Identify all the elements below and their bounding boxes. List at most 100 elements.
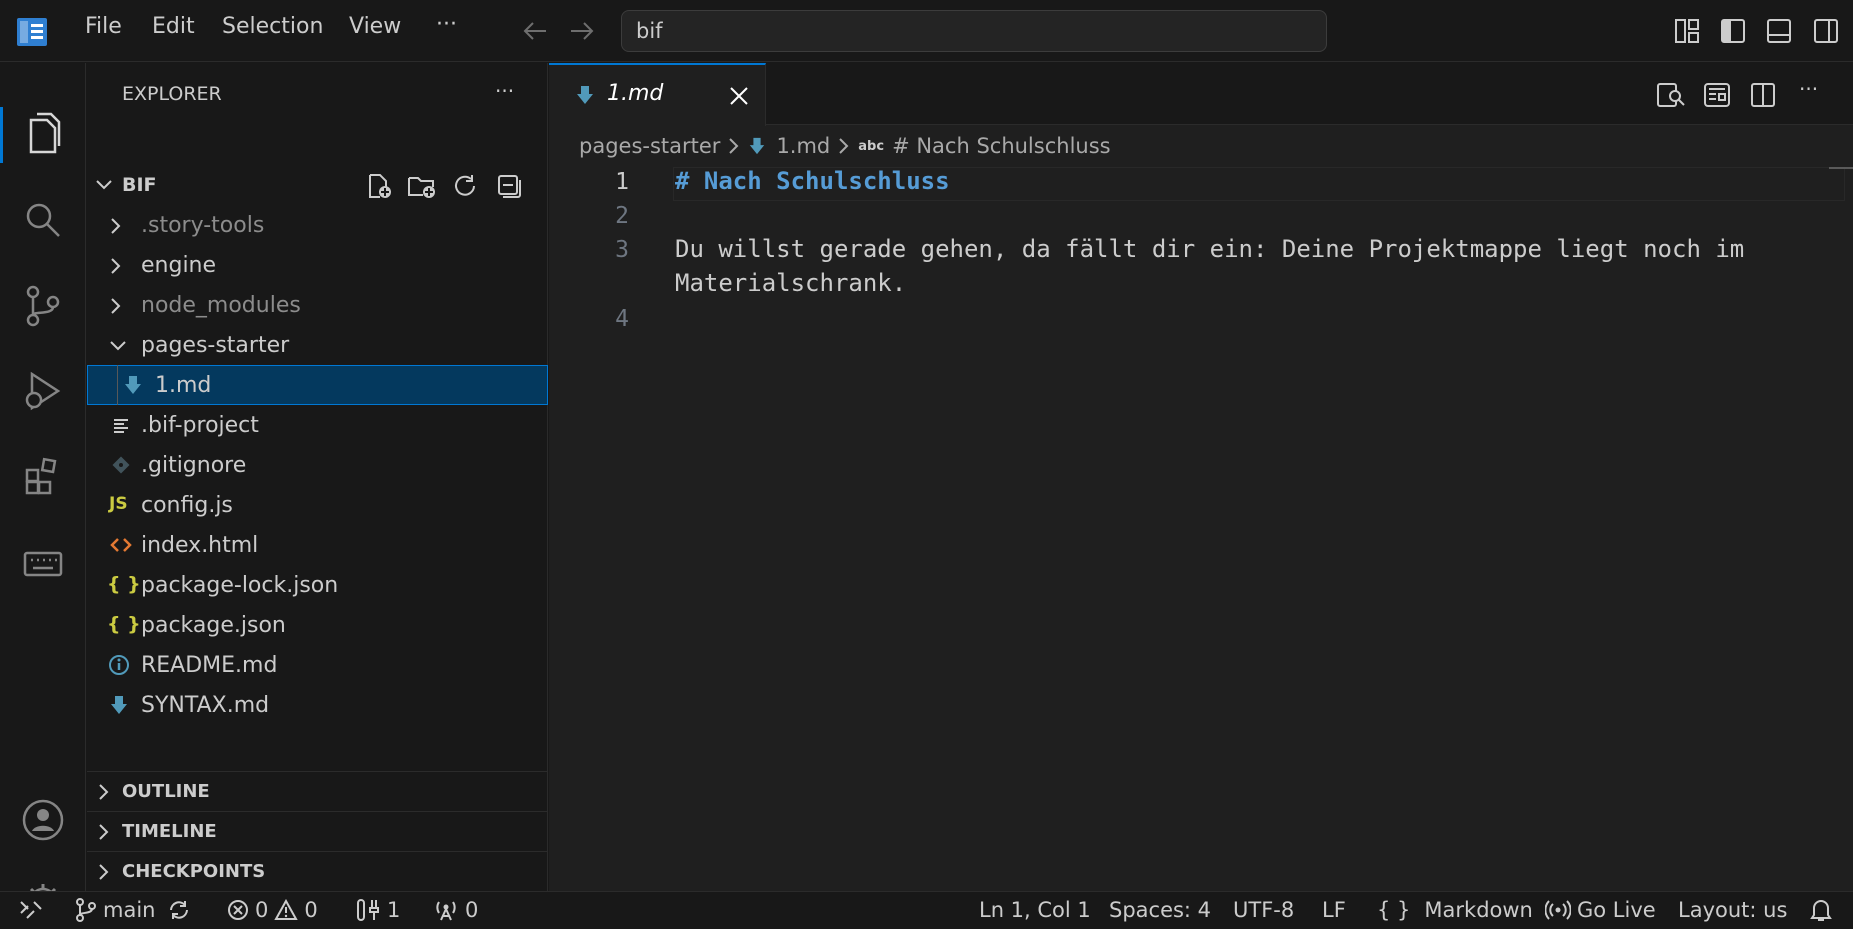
customize-layout-icon[interactable] bbox=[1674, 18, 1700, 44]
breadcrumb-folder[interactable]: pages-starter bbox=[579, 134, 720, 158]
tree-item-label: engine bbox=[141, 252, 217, 278]
checkpoints-section-label: CHECKPOINTS bbox=[122, 861, 266, 882]
app-logo-icon[interactable] bbox=[17, 18, 47, 46]
menu-edit[interactable]: Edit bbox=[152, 14, 195, 39]
new-file-icon[interactable] bbox=[366, 173, 392, 199]
tree-item-package-lock-json[interactable]: { } package-lock.json bbox=[87, 565, 548, 605]
markdown-file-icon bbox=[575, 84, 595, 106]
tree-item-label: .gitignore bbox=[141, 452, 247, 478]
workspace-root-label: BIF bbox=[122, 174, 157, 196]
menu-file[interactable]: File bbox=[85, 14, 122, 39]
language-mode[interactable]: { } Markdown bbox=[1377, 898, 1533, 922]
tree-item-syntax-md[interactable]: SYNTAX.md bbox=[87, 685, 548, 725]
chevron-down-icon bbox=[95, 177, 113, 193]
forward-arrow-icon[interactable] bbox=[569, 19, 595, 43]
source-control-icon[interactable] bbox=[0, 271, 86, 341]
problems-indicator[interactable]: 0 0 bbox=[227, 898, 318, 922]
tree-item-bif-project[interactable]: .bif-project bbox=[87, 405, 548, 445]
code-line-heading[interactable]: # Nach Schulschluss bbox=[675, 167, 950, 195]
tree-item-engine[interactable]: engine bbox=[87, 245, 548, 285]
chevron-right-icon bbox=[97, 823, 111, 841]
explorer-icon[interactable] bbox=[0, 99, 86, 169]
menu-more[interactable]: ··· bbox=[436, 12, 457, 37]
command-center-search[interactable]: bif bbox=[621, 10, 1327, 52]
open-preview-icon[interactable] bbox=[1656, 82, 1686, 108]
explorer-title: EXPLORER bbox=[122, 83, 222, 105]
keyboard-layout[interactable]: Layout: us bbox=[1678, 898, 1787, 922]
tree-item-package-json[interactable]: { } package.json bbox=[87, 605, 548, 645]
code-line-text[interactable]: Du willst gerade gehen, da fällt dir ein… bbox=[675, 235, 1744, 263]
indentation[interactable]: Spaces: 4 bbox=[1109, 898, 1211, 922]
toggle-secondary-sidebar-icon[interactable] bbox=[1813, 18, 1839, 44]
braces-icon: { } bbox=[1377, 898, 1411, 922]
minimap-slider[interactable] bbox=[1829, 167, 1853, 169]
tree-item-label: index.html bbox=[141, 532, 259, 558]
chevron-right-icon bbox=[97, 863, 111, 881]
toggle-primary-sidebar-icon[interactable] bbox=[1720, 18, 1746, 44]
end-of-line[interactable]: LF bbox=[1322, 898, 1346, 922]
cursor-position[interactable]: Ln 1, Col 1 bbox=[979, 898, 1091, 922]
workspace-root-header[interactable]: BIF bbox=[87, 165, 548, 205]
branch-indicator[interactable]: main bbox=[75, 898, 191, 922]
breadcrumb-file[interactable]: 1.md bbox=[776, 134, 830, 158]
tree-item-node-modules[interactable]: node_modules bbox=[87, 285, 548, 325]
close-icon[interactable] bbox=[729, 86, 749, 106]
warning-icon bbox=[274, 899, 299, 921]
chevron-right-icon bbox=[109, 217, 123, 235]
editor-area: 1.md ··· pages-starter 1.md abc # Nach S… bbox=[549, 63, 1853, 891]
sync-icon[interactable] bbox=[167, 898, 191, 922]
encoding[interactable]: UTF-8 bbox=[1233, 898, 1294, 922]
js-file-icon: JS bbox=[109, 494, 128, 514]
menu-view[interactable]: View bbox=[349, 14, 401, 39]
tree-item-1-md[interactable]: 1.md bbox=[87, 365, 548, 405]
explorer-more-button[interactable]: ··· bbox=[495, 79, 514, 103]
language-label: Markdown bbox=[1424, 898, 1533, 922]
menu-selection[interactable]: Selection bbox=[222, 14, 323, 39]
line-number: 2 bbox=[615, 203, 629, 229]
collapse-all-icon[interactable] bbox=[496, 173, 522, 199]
outline-section-header[interactable]: OUTLINE bbox=[87, 771, 548, 811]
checkpoints-section-header[interactable]: CHECKPOINTS bbox=[87, 851, 548, 891]
tab-1-md[interactable]: 1.md bbox=[549, 63, 766, 126]
bell-icon[interactable] bbox=[1809, 897, 1833, 923]
broadcast-icon bbox=[433, 898, 459, 922]
go-live-button[interactable]: Go Live bbox=[1545, 898, 1656, 922]
extensions-icon[interactable] bbox=[0, 441, 86, 511]
account-icon[interactable] bbox=[0, 785, 86, 855]
tree-item-label: node_modules bbox=[141, 292, 301, 318]
breadcrumb-symbol[interactable]: # Nach Schulschluss bbox=[892, 134, 1111, 158]
explorer-sidebar: EXPLORER ··· BIF .story-tools engine nod… bbox=[87, 63, 548, 891]
toggle-panel-icon[interactable] bbox=[1766, 18, 1792, 44]
activity-bar bbox=[0, 63, 86, 918]
back-arrow-icon[interactable] bbox=[522, 19, 548, 43]
tab-label: 1.md bbox=[607, 81, 664, 106]
json-file-icon: { } bbox=[107, 613, 141, 635]
go-live-label: Go Live bbox=[1577, 898, 1656, 922]
warning-count: 0 bbox=[304, 898, 318, 922]
tab-bar: 1.md ··· bbox=[549, 63, 1853, 126]
code-line-text-wrapped[interactable]: Materialschrank. bbox=[675, 269, 906, 297]
split-editor-icon[interactable] bbox=[1750, 82, 1776, 108]
tree-item-story-tools[interactable]: .story-tools bbox=[87, 205, 548, 245]
preview-side-icon[interactable] bbox=[1703, 82, 1731, 108]
new-folder-icon[interactable] bbox=[407, 173, 437, 199]
run-debug-icon[interactable] bbox=[0, 356, 86, 426]
editor-more-actions[interactable]: ··· bbox=[1799, 77, 1818, 101]
line-number: 1 bbox=[615, 169, 629, 195]
tree-item-pages-starter[interactable]: pages-starter bbox=[87, 325, 548, 365]
tree-item-index-html[interactable]: index.html bbox=[87, 525, 548, 565]
remote-indicator-icon[interactable] bbox=[18, 898, 44, 922]
tree-item-config-js[interactable]: JS config.js bbox=[87, 485, 548, 525]
timeline-section-header[interactable]: TIMELINE bbox=[87, 811, 548, 851]
ports-indicator[interactable]: 1 bbox=[355, 898, 400, 922]
broadcast-indicator[interactable]: 0 bbox=[433, 898, 478, 922]
tree-item-gitignore[interactable]: .gitignore bbox=[87, 445, 548, 485]
refresh-icon[interactable] bbox=[452, 173, 478, 199]
tree-item-label: pages-starter bbox=[141, 332, 290, 358]
tree-item-label: .bif-project bbox=[141, 412, 259, 438]
keyboard-icon[interactable] bbox=[0, 529, 86, 599]
outline-section-label: OUTLINE bbox=[122, 781, 210, 802]
search-icon[interactable] bbox=[0, 185, 86, 255]
tree-item-readme-md[interactable]: README.md bbox=[87, 645, 548, 685]
json-file-icon: { } bbox=[107, 573, 141, 595]
